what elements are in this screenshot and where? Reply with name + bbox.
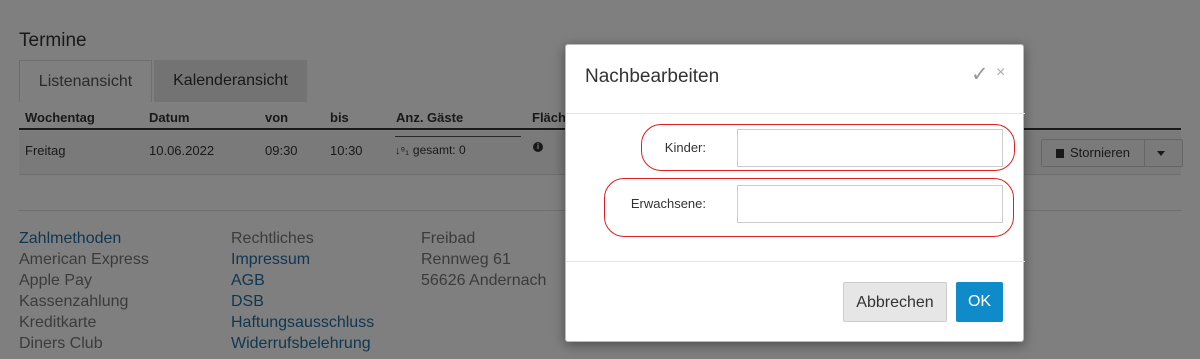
erwachsene-label: Erwachsene: [630,196,706,211]
ok-button[interactable]: OK [956,282,1003,322]
check-icon[interactable]: ✓ [971,62,989,87]
dialog-header-divider [566,113,1025,114]
kinder-input[interactable] [737,129,1003,167]
close-icon[interactable]: × [996,64,1005,82]
nachbearbeiten-dialog: Nachbearbeiten ✓ × Kinder: Erwachsene: A… [565,44,1025,342]
erwachsene-input[interactable] [737,185,1003,223]
dialog-title: Nachbearbeiten [585,66,720,87]
dialog-footer-divider [566,261,1025,262]
kinder-label: Kinder: [664,140,706,155]
cancel-button[interactable]: Abbrechen [843,282,947,322]
